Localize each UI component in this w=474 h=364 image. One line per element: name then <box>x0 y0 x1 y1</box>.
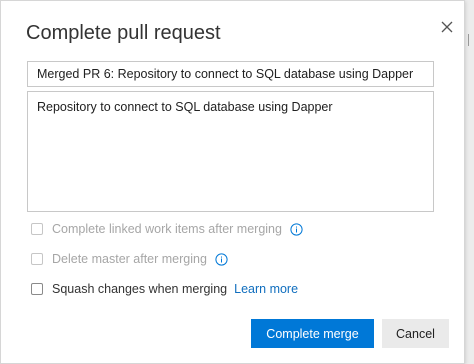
complete-work-items-label: Complete linked work items after merging <box>52 222 282 236</box>
delete-branch-checkbox <box>31 253 43 265</box>
merge-title-input[interactable] <box>27 61 434 87</box>
info-icon[interactable] <box>215 252 228 266</box>
complete-work-items-option: Complete linked work items after merging <box>31 221 303 237</box>
cancel-button[interactable]: Cancel <box>382 319 449 348</box>
complete-work-items-checkbox <box>31 223 43 235</box>
learn-more-link[interactable]: Learn more <box>234 282 298 296</box>
delete-branch-label: Delete master after merging <box>52 252 207 266</box>
squash-label[interactable]: Squash changes when merging <box>52 282 227 296</box>
complete-merge-button[interactable]: Complete merge <box>251 319 374 348</box>
squash-checkbox[interactable] <box>31 283 43 295</box>
complete-pull-request-dialog: Complete pull request Repository to conn… <box>0 0 465 364</box>
close-icon <box>441 21 453 33</box>
merge-description-textarea[interactable]: Repository to connect to SQL database us… <box>27 91 434 212</box>
delete-branch-option: Delete master after merging <box>31 251 228 267</box>
background-scroll-marker <box>468 34 469 46</box>
close-button[interactable] <box>435 15 459 39</box>
dialog-title: Complete pull request <box>26 22 221 44</box>
squash-option: Squash changes when merging Learn more <box>31 281 298 297</box>
info-icon[interactable] <box>290 222 303 236</box>
background-panel-edge <box>464 0 474 364</box>
